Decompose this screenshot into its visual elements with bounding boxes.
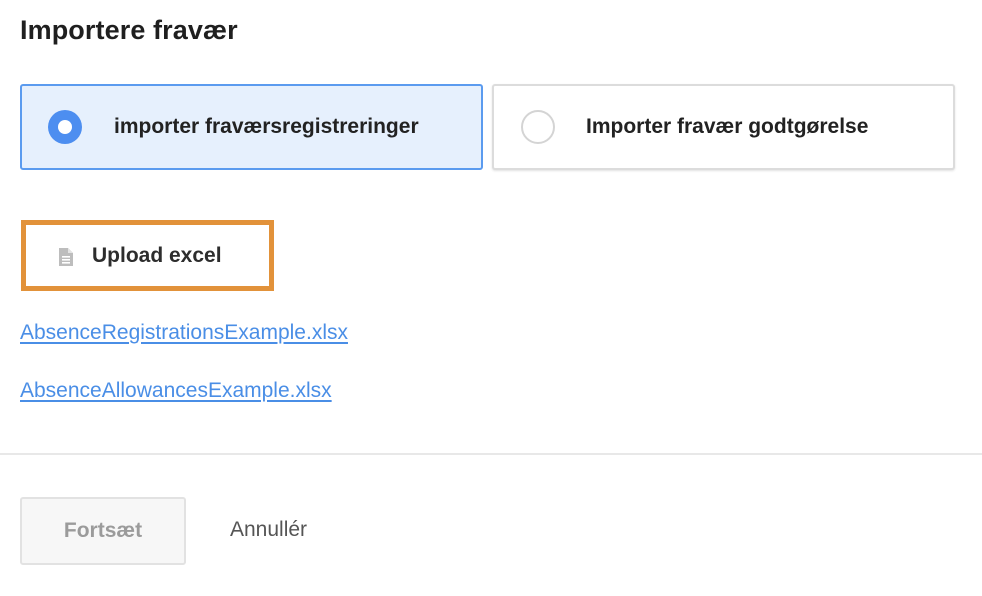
- option-import-registrations[interactable]: importer fraværsregistreringer: [20, 84, 483, 170]
- option-import-allowances[interactable]: Importer fravær godtgørelse: [492, 84, 955, 170]
- continue-button[interactable]: Fortsæt: [20, 497, 186, 565]
- option-label: Importer fravær godtgørelse: [586, 115, 869, 138]
- option-label: importer fraværsregistreringer: [114, 115, 419, 138]
- example-link-allowances[interactable]: AbsenceAllowancesExample.xlsx: [20, 379, 332, 403]
- upload-excel-button[interactable]: Upload excel: [21, 220, 274, 291]
- footer-divider: [0, 453, 982, 455]
- radio-unselected-icon[interactable]: [521, 110, 555, 144]
- radio-selected-icon[interactable]: [48, 110, 82, 144]
- example-link-registrations[interactable]: AbsenceRegistrationsExample.xlsx: [20, 321, 348, 345]
- cancel-button[interactable]: Annullér: [230, 518, 307, 542]
- file-icon: [59, 248, 73, 266]
- page-title: Importere fravær: [20, 15, 238, 45]
- upload-excel-label: Upload excel: [92, 243, 222, 267]
